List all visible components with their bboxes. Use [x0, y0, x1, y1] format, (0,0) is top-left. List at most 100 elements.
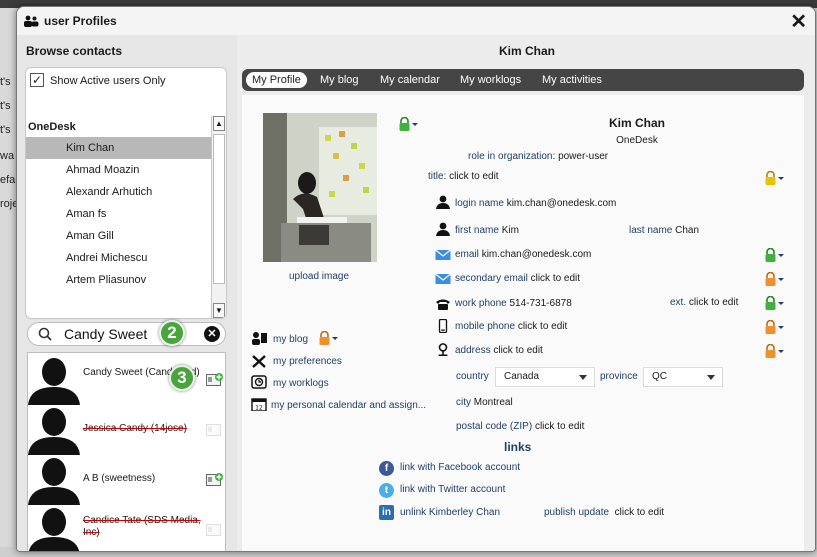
- contact-item[interactable]: Artem Pliasunov: [26, 269, 211, 291]
- lock-green-icon[interactable]: [398, 117, 418, 131]
- twitter-link[interactable]: link with Twitter account: [400, 484, 505, 495]
- result-item[interactable]: Candy Sweet (Candyland): [28, 355, 225, 405]
- email-value[interactable]: kim.chan@onedesk.com: [482, 249, 592, 260]
- province-label: province: [600, 371, 638, 382]
- secondary-email-label: secondary email: [455, 273, 528, 284]
- facebook-link[interactable]: link with Facebook account: [400, 462, 520, 473]
- province-value: QC: [652, 371, 667, 382]
- contact-item[interactable]: Aman fs: [26, 203, 211, 225]
- login-label: login name: [455, 198, 504, 209]
- lock-orange-icon[interactable]: [764, 344, 784, 358]
- contacts-scrollbar[interactable]: ▲ ▼: [211, 116, 226, 318]
- publish-label: publish update: [544, 507, 610, 518]
- lock-orange-icon[interactable]: [764, 272, 784, 286]
- email-icon: [435, 273, 451, 284]
- lock-green-icon[interactable]: [764, 248, 784, 262]
- result-item[interactable]: A B (sweetness): [28, 455, 225, 505]
- my-blog-link[interactable]: my blog: [273, 334, 308, 345]
- tab-my-calendar[interactable]: My calendar: [374, 72, 446, 88]
- result-item[interactable]: Jessica Candy (14jose): [28, 405, 225, 455]
- lock-yellow-icon[interactable]: [764, 171, 784, 185]
- work-phone-value[interactable]: 514-731-6878: [509, 298, 571, 309]
- last-name-value[interactable]: Chan: [675, 225, 699, 236]
- add-contact-icon[interactable]: [206, 473, 223, 487]
- first-name-value[interactable]: Kim: [502, 225, 519, 236]
- contacts-list: Kim Chan Ahmad Moazin Alexandr Arhutich …: [26, 137, 211, 291]
- linkedin-unlink[interactable]: unlink Kimberley Chan: [400, 507, 500, 518]
- contact-item[interactable]: Ahmad Moazin: [26, 159, 211, 181]
- search-results: Candy Sweet (Candyland) Jessica Candy (1…: [27, 352, 226, 551]
- contact-item[interactable]: Kim Chan: [26, 137, 211, 159]
- show-active-label: Show Active users Only: [50, 75, 166, 87]
- profile-name: Kim Chan: [608, 116, 665, 130]
- svg-text:12: 12: [255, 405, 263, 412]
- avatar-silhouette-icon: [28, 358, 80, 405]
- secondary-email-value[interactable]: click to edit: [531, 273, 580, 284]
- tab-my-worklogs[interactable]: My worklogs: [454, 72, 527, 88]
- contact-item[interactable]: Andrei Michescu: [26, 247, 211, 269]
- title-value[interactable]: click to edit: [449, 171, 498, 182]
- org-group-label[interactable]: OneDesk: [28, 121, 76, 133]
- blog-icon: [252, 332, 267, 345]
- lock-orange-icon[interactable]: [318, 331, 338, 345]
- chevron-down-icon: [707, 375, 715, 380]
- country-label: country: [456, 371, 489, 382]
- browse-contacts-panel: Browse contacts ✓ Show Active users Only…: [17, 35, 237, 551]
- my-calendar-link[interactable]: my personal calendar and assign...: [271, 400, 426, 411]
- show-active-checkbox[interactable]: ✓: [30, 73, 44, 87]
- city-value[interactable]: Montreal: [474, 397, 513, 408]
- clear-search-icon[interactable]: ✕: [204, 326, 220, 342]
- links-heading: links: [504, 440, 532, 454]
- scroll-down-icon[interactable]: ▼: [213, 303, 225, 318]
- profile-org: OneDesk: [616, 135, 658, 146]
- facebook-icon: f: [379, 461, 394, 476]
- title-bar: user Profiles ✕: [17, 7, 815, 35]
- ext-label: ext.: [670, 297, 687, 308]
- address-value[interactable]: click to edit: [493, 345, 542, 356]
- tab-my-activities[interactable]: My activities: [536, 72, 608, 88]
- contacts-box: ✓ Show Active users Only OneDesk Kim Cha…: [25, 67, 227, 319]
- lock-green-icon[interactable]: [764, 296, 784, 310]
- profile-content: upload image my blog my preferences my w…: [242, 95, 804, 551]
- country-select[interactable]: Canada: [495, 367, 595, 387]
- tab-my-profile[interactable]: My Profile: [246, 72, 307, 88]
- my-preferences-link[interactable]: my preferences: [273, 356, 342, 367]
- avatar-silhouette-icon: [28, 508, 80, 551]
- role-value: power-user: [558, 151, 609, 162]
- postal-value[interactable]: click to edit: [535, 421, 584, 432]
- add-contact-disabled-icon: [206, 524, 221, 536]
- scroll-up-icon[interactable]: ▲: [213, 116, 225, 131]
- upload-image-link[interactable]: upload image: [289, 271, 349, 282]
- avatar-silhouette-icon: [28, 458, 80, 505]
- postal-label: postal code (ZIP): [456, 421, 533, 432]
- country-value: Canada: [504, 371, 540, 382]
- mobile-value[interactable]: click to edit: [518, 321, 567, 332]
- my-worklogs-link[interactable]: my worklogs: [273, 378, 329, 389]
- tab-my-blog[interactable]: My blog: [314, 72, 365, 88]
- search-icon: [38, 327, 52, 341]
- publish-value[interactable]: click to edit: [615, 507, 664, 518]
- add-contact-disabled-icon: [206, 424, 221, 436]
- result-name: Candice Tate (SDS Media, Inc): [83, 515, 201, 538]
- profile-header-name: Kim Chan: [498, 44, 555, 58]
- province-select[interactable]: QC: [643, 367, 723, 387]
- result-item[interactable]: Candice Tate (SDS Media, Inc): [28, 505, 225, 551]
- window-title: user Profiles: [44, 14, 117, 28]
- person-icon: [436, 195, 450, 209]
- city-label: city: [456, 397, 471, 408]
- ext-value[interactable]: click to edit: [689, 297, 738, 308]
- scroll-thumb[interactable]: [213, 134, 225, 284]
- browse-contacts-title: Browse contacts: [26, 44, 123, 58]
- add-contact-icon[interactable]: [206, 373, 223, 387]
- profile-tabs: My Profile My blog My calendar My worklo…: [242, 69, 804, 91]
- contact-item[interactable]: Aman Gill: [26, 225, 211, 247]
- user-profiles-dialog: user Profiles ✕ Browse contacts ✓ Show A…: [16, 6, 816, 552]
- lock-orange-icon[interactable]: [764, 320, 784, 334]
- contact-item[interactable]: Alexandr Arhutich: [26, 181, 211, 203]
- preferences-icon: [252, 355, 266, 368]
- work-phone-label: work phone: [455, 298, 507, 309]
- phone-icon: [436, 299, 450, 310]
- address-label: address: [455, 345, 491, 356]
- close-button[interactable]: ✕: [790, 9, 807, 34]
- first-name-label: first name: [455, 225, 499, 236]
